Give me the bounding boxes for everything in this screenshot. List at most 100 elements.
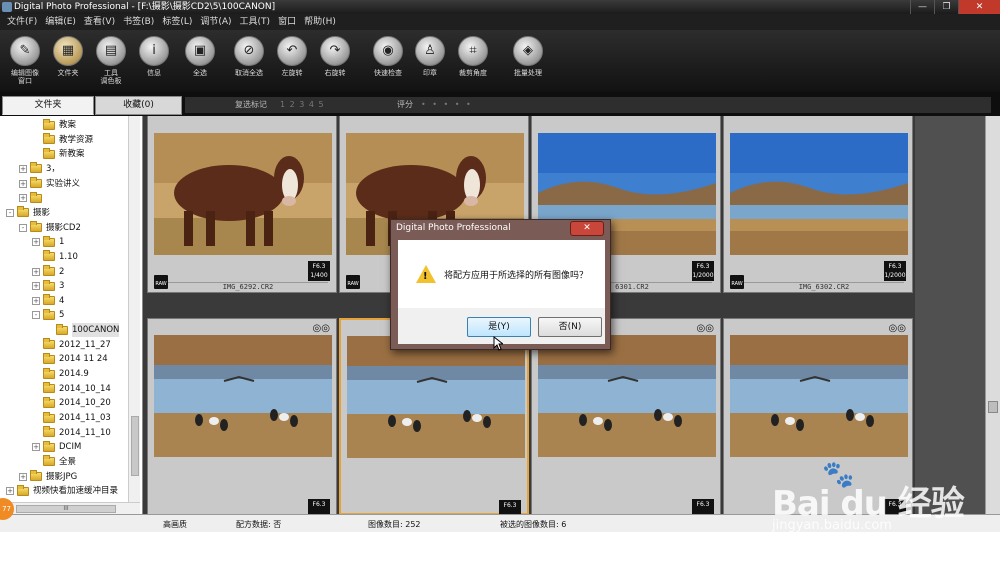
- tree-node[interactable]: 100CANON: [45, 323, 120, 338]
- tree-node[interactable]: -5: [32, 308, 64, 322]
- menu-window[interactable]: 窗口: [274, 14, 300, 30]
- folder-tree: 教案 教学资源 新教案 +3， + 实验讲义 + - 摄影 - 摄影CD2 +1 1.10 +2 +3 +4-…: [0, 116, 143, 514]
- grid-scroll-thumb[interactable]: [988, 401, 998, 413]
- minimize-button[interactable]: —: [910, 0, 934, 14]
- toolbar-button-quick-check[interactable]: ◉ 快速检查: [366, 36, 410, 77]
- folder-icon: [43, 279, 55, 291]
- tree-node-label: 2: [59, 266, 65, 277]
- toolbar-button-rotate-left[interactable]: ↶ 左旋转: [270, 36, 314, 77]
- tree-vertical-scrollbar[interactable]: [128, 116, 140, 502]
- toolbar-button-rotate-right[interactable]: ↷ 右旋转: [313, 36, 357, 77]
- tree-node[interactable]: 2014.9: [32, 367, 89, 381]
- tree-node[interactable]: + 摄影JPG: [19, 470, 77, 484]
- tab-collection[interactable]: 收藏(0): [95, 96, 182, 115]
- tree-node[interactable]: - 摄影: [6, 206, 50, 220]
- tree-node[interactable]: + DCIM: [32, 440, 81, 454]
- tab-folder[interactable]: 文件夹: [2, 96, 94, 115]
- tree-node[interactable]: 2014_10_20: [32, 396, 111, 410]
- toolbar-button-info[interactable]: i 信息: [132, 36, 176, 77]
- menu-view[interactable]: 查看(V): [80, 14, 119, 30]
- tree-node[interactable]: +4: [32, 294, 64, 308]
- tree-horizontal-scrollbar[interactable]: III: [0, 502, 140, 514]
- status-image-count: 图像数目: 252: [368, 520, 421, 529]
- stamp-icon: ♙: [415, 36, 445, 66]
- tree-node[interactable]: +3: [32, 279, 64, 293]
- tree-node[interactable]: - 摄影CD2: [19, 221, 81, 235]
- maximize-button[interactable]: ❐: [934, 0, 958, 14]
- check-mark-buttons[interactable]: 1 2 3 4 5: [280, 97, 325, 113]
- tree-node[interactable]: 新教案: [32, 147, 85, 161]
- tree-node[interactable]: 2012_11_27: [32, 338, 111, 352]
- expand-icon[interactable]: +: [32, 282, 40, 291]
- tree-node[interactable]: +3，: [19, 162, 60, 176]
- collapse-icon[interactable]: -: [19, 223, 27, 232]
- tree-vscroll-thumb[interactable]: [131, 416, 139, 476]
- tree-node[interactable]: 2014 11 24: [32, 352, 108, 366]
- image-thumbnail[interactable]: ◎◎ F6.3: [147, 318, 337, 514]
- confirm-dialog: Digital Photo Professional ✕ ! 将配方应用于所选择…: [390, 219, 611, 350]
- tree-node[interactable]: 2014_10_14: [32, 382, 111, 396]
- collapse-icon[interactable]: -: [6, 208, 14, 217]
- tree-node[interactable]: +: [19, 191, 46, 205]
- expand-icon[interactable]: +: [19, 472, 27, 481]
- no-button[interactable]: 否(N): [538, 317, 602, 337]
- rating-dots[interactable]: • • • • •: [421, 97, 473, 113]
- expand-icon[interactable]: +: [19, 179, 27, 188]
- exposure-badge: F6.3 1/400: [308, 261, 330, 281]
- tree-node[interactable]: +2: [32, 265, 64, 279]
- tree-node[interactable]: 全景: [32, 455, 76, 469]
- tree-node[interactable]: + 实验讲义: [19, 177, 80, 191]
- quick-check-icon: ◉: [373, 36, 403, 66]
- toolbar-button-batch-process[interactable]: ◈ 批量处理: [506, 36, 550, 77]
- collapse-icon[interactable]: -: [32, 311, 40, 320]
- expand-icon[interactable]: +: [32, 296, 40, 305]
- menu-adjust[interactable]: 调节(A): [196, 14, 235, 30]
- toolbar-button-select-all[interactable]: ▣ 全选: [178, 36, 222, 77]
- toolbar-button-folder[interactable]: ▦ 文件夹: [46, 36, 90, 77]
- folder-icon: [43, 367, 55, 379]
- select-all-icon: ▣: [185, 36, 215, 66]
- folder-icon: [43, 118, 55, 130]
- tree-hscroll-thumb[interactable]: III: [16, 505, 116, 513]
- tree-node-label: 4: [59, 295, 65, 306]
- expand-icon[interactable]: +: [32, 267, 40, 276]
- image-thumbnail[interactable]: F6.3 1/400 RAW IMG_6292.CR2: [147, 116, 337, 293]
- image-thumbnail[interactable]: F6.3 1/2000 RAW IMG_6302.CR2: [723, 116, 913, 293]
- tree-node[interactable]: 教学资源: [32, 133, 93, 147]
- toolbar-button-label: 印章: [423, 69, 437, 77]
- grid-scrollbar[interactable]: [985, 116, 1000, 514]
- expand-icon[interactable]: +: [6, 487, 14, 496]
- tree-node[interactable]: 教案: [32, 118, 76, 132]
- yes-button[interactable]: 是(Y): [467, 317, 531, 337]
- tree-node-label: 100CANON: [72, 323, 120, 338]
- tree-node[interactable]: + 视频快看加速缓冲目录: [6, 484, 118, 498]
- menu-tools[interactable]: 工具(T): [236, 14, 275, 30]
- menu-help[interactable]: 帮助(H): [300, 14, 340, 30]
- folder-icon: [43, 147, 55, 159]
- menu-edit[interactable]: 编辑(E): [41, 14, 80, 30]
- folder-icon: [43, 250, 55, 262]
- folder-icon: [43, 382, 55, 394]
- expand-icon[interactable]: +: [19, 164, 27, 173]
- toolbar-button-deselect-all[interactable]: ⊘ 取消全选: [227, 36, 271, 77]
- expand-icon[interactable]: +: [19, 194, 27, 203]
- menu-file[interactable]: 文件(F): [3, 14, 41, 30]
- close-button[interactable]: ✕: [958, 0, 1000, 14]
- menu-bookmark[interactable]: 书签(B): [119, 14, 158, 30]
- tree-node-label: 教学资源: [59, 134, 94, 145]
- expand-icon[interactable]: +: [32, 443, 40, 452]
- toolbar-button-crop-angle[interactable]: ⌗ 裁剪角度: [451, 36, 495, 77]
- toolbar-button-stamp[interactable]: ♙ 印章: [408, 36, 452, 77]
- expand-icon[interactable]: +: [32, 238, 40, 247]
- aperture-value: F6.3: [696, 501, 710, 508]
- dialog-close-button[interactable]: ✕: [570, 221, 604, 236]
- toolbar-button-edit-image-window[interactable]: ✎ 编辑图像 窗口: [3, 36, 47, 85]
- toolbar-button-tool-palette[interactable]: ▤ 工具 调色板: [89, 36, 133, 85]
- tree-node[interactable]: 1.10: [32, 250, 78, 264]
- tree-node[interactable]: 2014_11_10: [32, 426, 111, 440]
- tree-node[interactable]: +1: [32, 235, 64, 249]
- tree-node-label: 摄影: [33, 207, 51, 218]
- menu-label[interactable]: 标签(L): [158, 14, 196, 30]
- toolbar-button-label: 工具 调色板: [100, 69, 122, 85]
- tree-node[interactable]: 2014_11_03: [32, 411, 111, 425]
